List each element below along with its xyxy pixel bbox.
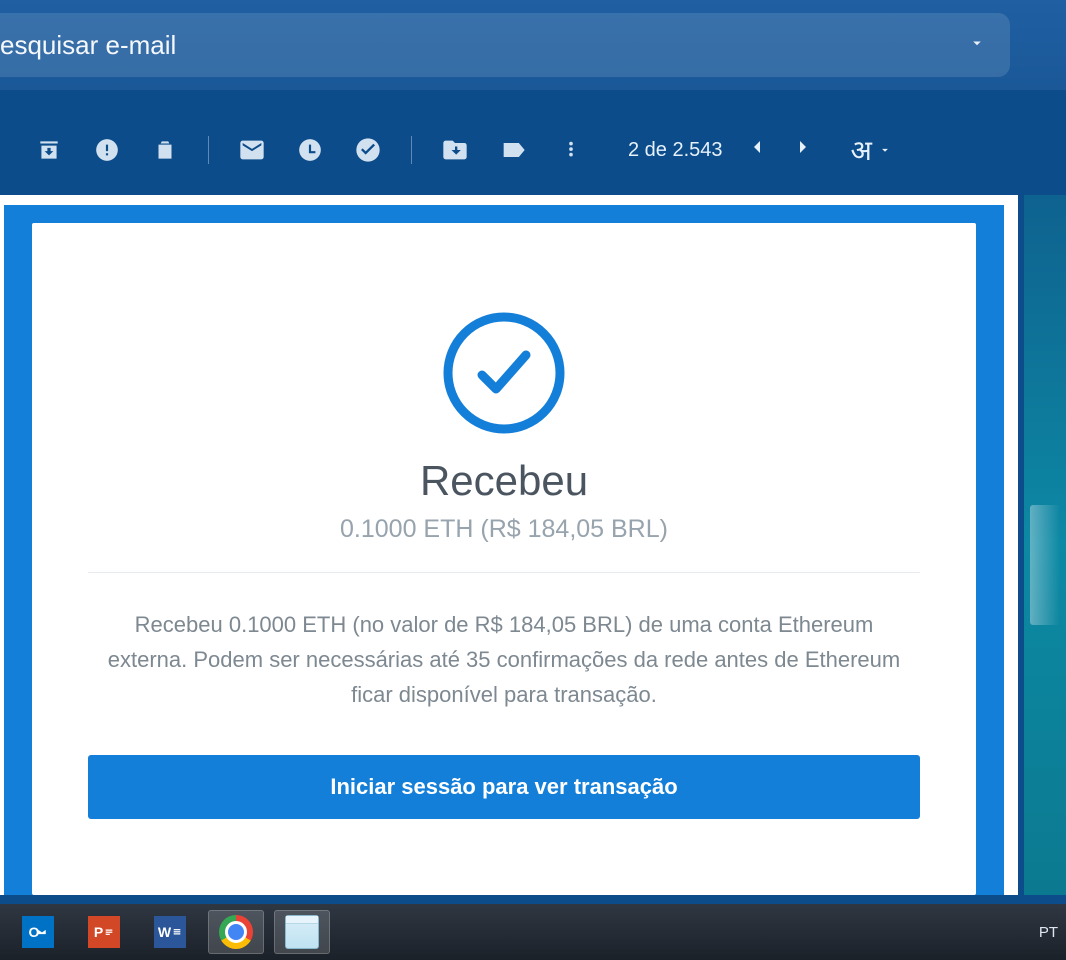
email-viewport: Recebeu 0.1000 ETH (R$ 184,05 BRL) Receb… — [0, 195, 1018, 895]
report-spam-icon[interactable] — [92, 135, 122, 165]
pager: 2 de 2.543 — [628, 135, 815, 165]
input-tools-glyph: अ — [851, 131, 872, 169]
notepad-icon — [285, 915, 319, 949]
powerpoint-glyph: P — [94, 924, 103, 940]
email-subtitle: 0.1000 ETH (R$ 184,05 BRL) — [88, 515, 920, 544]
powerpoint-icon: P — [88, 916, 120, 948]
taskbar-language-indicator[interactable]: PT — [1039, 904, 1058, 960]
move-to-icon[interactable] — [440, 135, 470, 165]
add-to-tasks-icon[interactable] — [353, 135, 383, 165]
more-icon[interactable] — [556, 135, 586, 165]
next-message-icon[interactable] — [791, 135, 815, 165]
taskbar-app-chrome[interactable] — [208, 910, 264, 954]
search-input[interactable] — [0, 30, 800, 61]
success-check-icon — [440, 309, 568, 437]
toolbar-divider — [208, 136, 209, 164]
delete-icon[interactable] — [150, 135, 180, 165]
toolbar-divider — [411, 136, 412, 164]
taskbar-app-powerpoint[interactable]: P — [76, 910, 132, 954]
search-bar[interactable] — [0, 13, 1010, 77]
mail-toolbar: 2 de 2.543 अ — [0, 120, 1066, 180]
desktop-background-sliver — [1024, 195, 1066, 895]
taskbar-app-outlook[interactable]: O — [10, 910, 66, 954]
header — [0, 0, 1066, 90]
search-options-caret-icon[interactable] — [968, 34, 986, 57]
email-title: Recebeu — [88, 457, 920, 505]
labels-icon[interactable] — [498, 135, 528, 165]
pager-text: 2 de 2.543 — [628, 139, 723, 162]
archive-icon[interactable] — [34, 135, 64, 165]
divider — [88, 572, 920, 573]
snooze-icon[interactable] — [295, 135, 325, 165]
word-icon: W — [154, 916, 186, 948]
chrome-icon — [219, 915, 253, 949]
input-tools-button[interactable]: अ — [851, 131, 892, 169]
view-transaction-button[interactable]: Iniciar sessão para ver transação — [88, 755, 920, 819]
email-brand-frame: Recebeu 0.1000 ETH (R$ 184,05 BRL) Receb… — [4, 205, 1004, 895]
taskbar: O P W PT — [0, 904, 1066, 960]
email-description: Recebeu 0.1000 ETH (no valor de R$ 184,0… — [88, 607, 920, 713]
outlook-icon: O — [22, 916, 54, 948]
word-glyph: W — [158, 924, 171, 940]
taskbar-app-notepad[interactable] — [274, 910, 330, 954]
email-card: Recebeu 0.1000 ETH (R$ 184,05 BRL) Receb… — [32, 223, 976, 895]
taskbar-app-word[interactable]: W — [142, 910, 198, 954]
mark-unread-icon[interactable] — [237, 135, 267, 165]
prev-message-icon[interactable] — [745, 135, 769, 165]
